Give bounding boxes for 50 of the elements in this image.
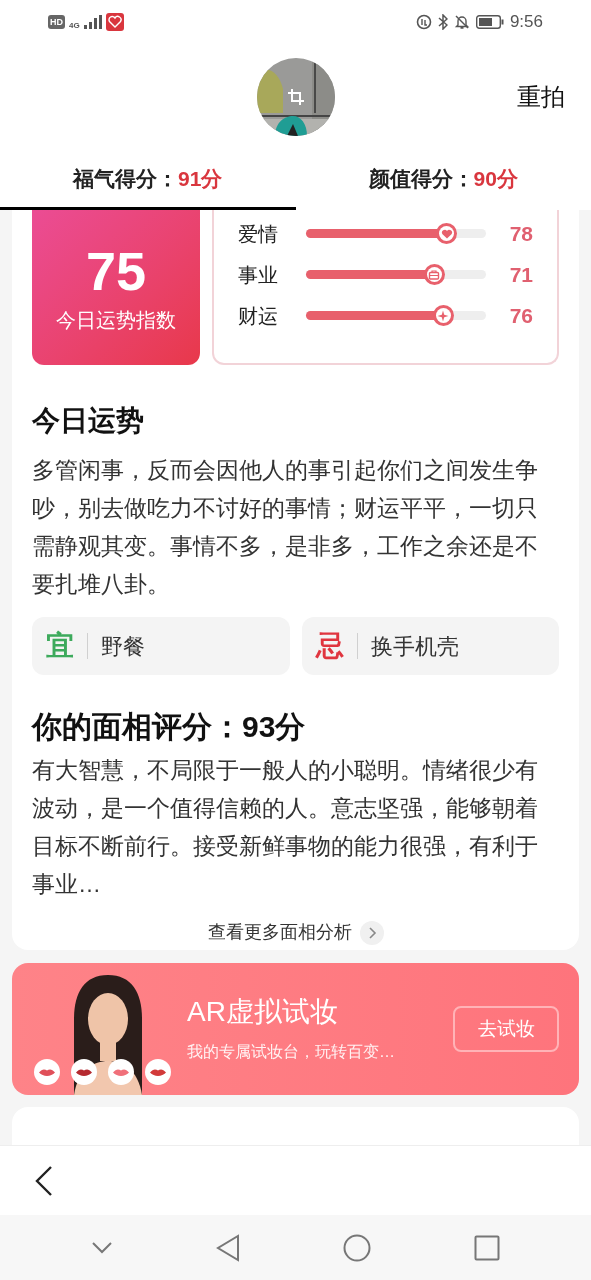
crop-icon [286, 88, 305, 106]
more-analysis-link[interactable]: 查看更多面相分析 [207, 919, 384, 946]
fortune-thumb[interactable] [423, 264, 445, 285]
chevron-down-icon[interactable] [91, 1240, 114, 1255]
sparkle-icon [437, 309, 450, 322]
chevron-right-icon [359, 920, 384, 945]
lipstick-swatch[interactable] [71, 1059, 97, 1085]
advice-text: 换手机壳 [370, 632, 459, 661]
recents-square-icon[interactable] [473, 1234, 500, 1261]
bluetooth-icon [437, 14, 448, 30]
network-label: 4G [69, 20, 80, 32]
banner-title: AR虚拟试妆 [187, 995, 339, 1029]
fortune-index-value: 75 [85, 240, 147, 301]
battery-icon [475, 15, 504, 29]
lipstick-swatch[interactable] [34, 1059, 60, 1085]
briefcase-icon [428, 268, 441, 281]
fortune-index-label: 今日运势指数 [56, 307, 176, 333]
data-saver-icon [415, 14, 432, 30]
banner-subtitle: 我的专属试妆台，玩转百变… [187, 1042, 396, 1062]
mute-bell-icon [453, 14, 470, 30]
lipstick-swatch[interactable] [145, 1059, 171, 1085]
fortune-category: 财运 [238, 303, 279, 329]
retake-button[interactable]: 重拍 [517, 79, 565, 115]
fortune-category: 爱情 [238, 221, 279, 247]
fortune-score: 78 [509, 220, 533, 247]
signal-icon [83, 15, 102, 29]
lips-icon [38, 1067, 56, 1077]
score-tab[interactable]: 颜值得分：90分 [295, 150, 591, 210]
fortune-description: 多管闲事，反而会因他人的事引起你们之间发生争吵，别去做吃力不讨好的事情；财运平平，一切只需静观其变。事情不多，是非多，工作之余还是不要扎堆八卦。 [32, 456, 539, 599]
back-icon[interactable] [34, 1164, 54, 1197]
fortune-score: 76 [509, 302, 533, 329]
face-description: 有大智慧，不局限于一般人的小聪明。情绪很少有波动，是一个值得信赖的人。意志坚强，能够朝着目标不断前行。接受新鲜事物的能力很强，有利于事业… [32, 756, 539, 899]
section-title: 你的面相评分：93分 [32, 709, 307, 745]
hd-icon: HD [48, 15, 65, 29]
lips-icon [112, 1067, 130, 1077]
home-circle-icon[interactable] [342, 1233, 371, 1262]
section-title: 今日运势 [32, 404, 145, 438]
fortune-thumb[interactable] [436, 223, 458, 244]
fortune-category: 事业 [238, 262, 279, 288]
lips-icon [149, 1067, 167, 1077]
advice-text: 野餐 [101, 632, 145, 661]
lips-icon [75, 1067, 93, 1077]
advice-mark: 宜 [46, 629, 74, 663]
fortune-score: 71 [509, 261, 533, 288]
app-icon [105, 13, 124, 31]
back-triangle-icon[interactable] [216, 1233, 241, 1262]
advice-mark: 忌 [315, 629, 344, 663]
heart-icon [440, 227, 453, 240]
clock-time: 9:56 [509, 11, 543, 34]
fortune-thumb[interactable] [432, 305, 454, 326]
